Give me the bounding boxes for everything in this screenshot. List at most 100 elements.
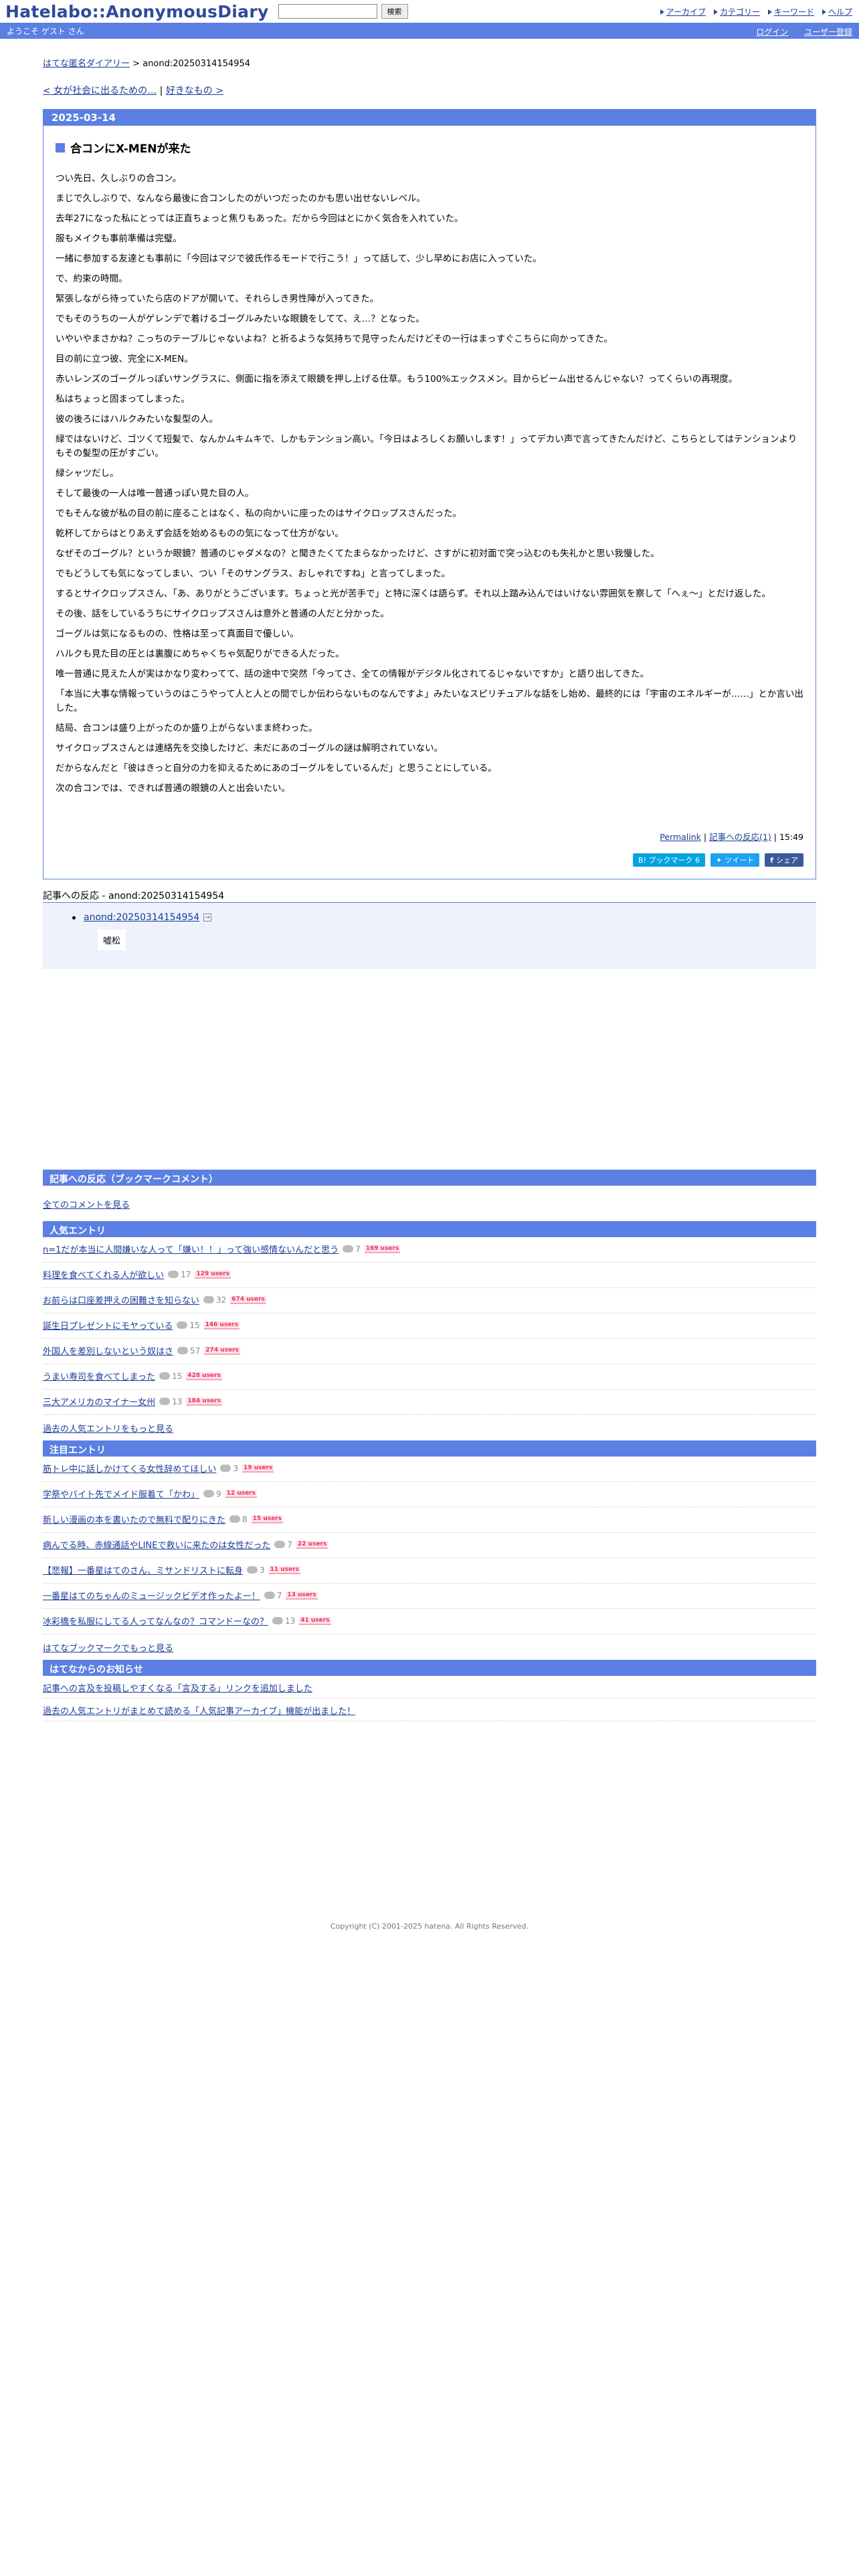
prev-entry-link[interactable]: < 女が社会に出るための… [43,86,157,96]
permalink-link[interactable]: Permalink [660,832,701,842]
comment-bubble-icon [274,1541,286,1548]
comment-count: 7 [264,1591,282,1600]
nav-help[interactable]: ヘルプ [822,6,852,17]
popular-more: 過去の人気エントリをもっと見る [43,1415,816,1440]
login-link[interactable]: ログイン [756,26,788,37]
entry-row: 【悲報】一番星はてのさん、ミサンドリストに転身 3 11 users [43,1558,816,1584]
article-paragraph: で、約束の時間。 [56,274,128,284]
featured-entries-heading: 注目エントリ [43,1440,816,1457]
users-badge[interactable]: 41 users [299,1616,331,1625]
nav-keyword[interactable]: キーワード [767,6,814,17]
next-entry-link[interactable]: 好きなもの > [166,86,223,96]
breadcrumb-home[interactable]: はてな匿名ダイアリー [43,59,130,69]
triangle-right-icon [767,9,772,15]
facebook-f-icon: f [770,855,773,865]
notice-link[interactable]: 記事への言及を投稿しやすくなる「言及する」リンクを追加しました [43,1684,312,1694]
nav-keyword-link[interactable]: キーワード [774,6,814,17]
copyright: Copyright (C) 2001-2025 hatena. All Righ… [330,1922,529,1931]
search-input[interactable] [278,4,377,19]
article-paragraph: 唯一普通に見えた人が実はかなり変わってて、話の途中で突然「今ってさ、全ての情報が… [56,669,650,679]
facebook-share-button[interactable]: f シェア [765,853,803,867]
nav-category-link[interactable]: カテゴリー [720,6,760,17]
notice-link[interactable]: 過去の人気エントリがまとめて読める「人気記事アーカイブ」機能が出ました！ [43,1707,355,1717]
all-comments-link[interactable]: 全てのコメントを見る [43,1200,130,1210]
entry-row: うまい寿司を食べてしまった 15 428 users [43,1364,816,1390]
entry-footer: Permalink | 記事への反応(1) | 15:49 [43,806,816,848]
reaction-link[interactable]: anond:20250314154954 [84,912,199,923]
entry-link[interactable]: 【悲報】一番星はてのさん、ミサンドリストに転身 [43,1564,243,1576]
comment-count-number: 7 [276,1590,282,1600]
comment-bubble-icon [159,1372,170,1380]
nav-archive[interactable]: アーカイブ [660,6,706,17]
article-paragraph: 服もメイクも事前準備は完璧。 [56,233,182,244]
users-badge[interactable]: 13 users [286,1591,318,1600]
entry-link[interactable]: 料理を食べてくれる人が欲しい [43,1268,164,1281]
comment-bubble-icon [264,1592,275,1599]
comment-count-number: 32 [216,1295,227,1305]
site-header: Hatelabo::AnonymousDiary 検索 アーカイブ カテゴリー … [0,0,859,23]
article-paragraph: 私はちょっと固まってしまった。 [56,394,190,405]
comment-bubble-icon [168,1271,179,1278]
users-badge[interactable]: 169 users [364,1245,401,1253]
entry-title-link[interactable]: 合コンにX-MENが来た [70,139,191,156]
entry-link[interactable]: 学祭やバイト先でメイド服着て「かわ」 [43,1487,199,1500]
comment-count: 32 [203,1295,226,1305]
comment-count-number: 17 [181,1269,191,1279]
comment-count: 7 [343,1245,361,1254]
entry-row: 学祭やバイト先でメイド服着て「かわ」 9 12 users [43,1482,816,1507]
popular-more-link[interactable]: 過去の人気エントリをもっと見る [43,1422,173,1434]
comment-count-number: 15 [171,1371,183,1381]
users-badge[interactable]: 12 users [225,1489,257,1498]
entry-link[interactable]: 冰彩橋を私服にしてる人ってなんなの？コマンドーなの？ [43,1614,268,1627]
users-badge[interactable]: 15 users [251,1515,283,1523]
comment-count-number: 3 [233,1463,238,1473]
footer-separator: | [700,832,710,842]
entry-link[interactable]: n=1だが本当に人間嫌いな人って「嫌い！！」って強い感情ないんだと思う [43,1243,339,1255]
users-badge[interactable]: 129 users [195,1270,231,1279]
comment-count-number: 13 [284,1616,296,1626]
users-badge[interactable]: 184 users [186,1397,222,1406]
comment-count: 13 [272,1616,295,1626]
article-paragraph: 緑ではないけど、ゴツくて短髪で、なんかムキムキで、しかもテンション高い。「今日は… [56,434,797,459]
entry-row: 誕生日プレゼントにモヤっている 15 146 users [43,1313,816,1339]
entry-row: 冰彩橋を私服にしてる人ってなんなの？コマンドーなの？ 13 41 users [43,1609,816,1634]
users-badge[interactable]: 428 users [186,1372,222,1380]
entry-link[interactable]: 新しい漫画の本を書いたので無料で配りにきた [43,1513,225,1525]
entry-link[interactable]: うまい寿司を食べてしまった [43,1370,155,1382]
reply-icon[interactable]: → [203,914,212,922]
site-logo[interactable]: Hatelabo::AnonymousDiary [5,2,269,21]
article-paragraph: ゴーグルは気になるものの、性格は至って真面目で優しい。 [56,629,299,639]
users-badge[interactable]: 19 users [242,1464,274,1473]
users-badge[interactable]: 146 users [203,1321,240,1329]
users-badge[interactable]: 11 users [268,1566,300,1574]
top-nav: アーカイブ カテゴリー キーワード ヘルプ [660,6,852,17]
reactions-list: anond:20250314154954 → 嘘松 [43,902,816,969]
hatena-bookmark-button[interactable]: B! ブックマーク 6 [633,853,705,867]
main-content: はてな匿名ダイアリー > anond:20250314154954 < 女が社会… [43,39,816,1931]
nav-help-link[interactable]: ヘルプ [828,6,852,17]
share-buttons: B! ブックマーク 6 ✦ ツイート f シェア [43,848,816,879]
search-button[interactable]: 検索 [381,4,408,19]
featured-more-link[interactable]: はてなブックマークでもっと見る [43,1641,173,1654]
entry-link[interactable]: 外国人を差別しないという奴はさ [43,1344,173,1357]
nav-archive-link[interactable]: アーカイブ [666,6,706,17]
reactions-link[interactable]: 記事への反応(1) [709,832,771,842]
entry-link[interactable]: 三大アメリカのマイナー女州 [43,1395,155,1408]
entry-row: 一番星はてのちゃんのミュージックビデオ作ったよー！ 7 13 users [43,1584,816,1609]
entry-link[interactable]: 一番星はてのちゃんのミュージックビデオ作ったよー！ [43,1589,260,1602]
entry-link[interactable]: 誕生日プレゼントにモヤっている [43,1319,173,1331]
comment-count: 57 [177,1346,200,1356]
register-link[interactable]: ユーザー登録 [804,26,852,37]
entry-link[interactable]: 筋トレ中に話しかけてくる女性辞めてほしい [43,1462,216,1475]
twitter-share-button[interactable]: ✦ ツイート [710,853,760,867]
entry-link[interactable]: 病んでる時、赤線通話やLINEで救いに来たのは女性だった [43,1538,270,1551]
entry-link[interactable]: お前らは口座差押えの困難さを知らない [43,1293,199,1306]
article-paragraph: その後、話をしているうちにサイクロップスさんは意外と普通の人だと分かった。 [56,609,389,619]
users-badge[interactable]: 674 users [230,1295,266,1304]
users-badge[interactable]: 22 users [296,1540,328,1549]
users-badge[interactable]: 274 users [204,1346,240,1355]
article: 2025-03-14 合コンにX-MENが来た つい先日、久しぶりの合コン。 まじ… [43,109,816,879]
notice-item: 記事への言及を投稿しやすくなる「言及する」リンクを追加しました [43,1676,816,1699]
comment-count-number: 8 [242,1514,248,1524]
nav-category[interactable]: カテゴリー [713,6,760,17]
